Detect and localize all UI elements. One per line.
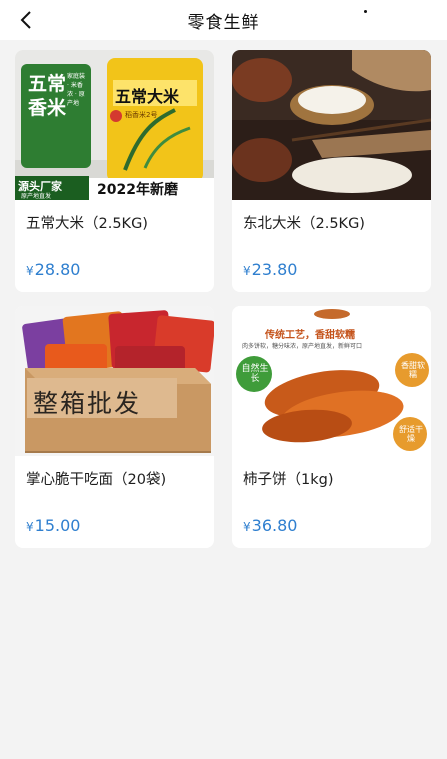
product-image: 整箱批发 [15,306,214,456]
side-tags: 家庭装 · 米香浓 · 原产地 [67,73,86,107]
product-image: 传统工艺，香甜软糯 肉多饼软，糖分味浓，原产地直发，新鲜可口 自然生长 香甜软糯… [232,306,431,456]
status-dot [364,10,367,13]
price-value: 15.00 [34,516,81,535]
source-badge-sub: 原产地直发 [21,193,52,200]
sub-banner: 肉多饼软，糖分味浓，原产地直发，新鲜可口 [242,343,363,350]
badge-sweet: 香甜软糯 [401,361,425,379]
chevron-left-icon [20,11,31,29]
product-name: 五常大米（2.5KG) [26,216,148,232]
product-price: ¥23.80 [243,260,297,279]
product-card-instant-noodles[interactable]: 整箱批发 掌心脆干吃面（20袋) ¥15.00 [15,306,214,548]
product-image [232,50,431,200]
currency-symbol: ¥ [26,264,34,278]
currency-symbol: ¥ [26,520,34,534]
product-price: ¥28.80 [26,260,80,279]
product-card-wuchang-rice[interactable]: 五常香米 家庭装 · 米香浓 · 原产地 五常大米 稻香米2号 源头厂家 原产地… [15,50,214,292]
badge-dry: 舒适干燥 [399,425,423,443]
side-label: 五常香米 [28,73,67,119]
bag-title: 五常大米 [115,87,180,106]
top-nav-bar: 零食生鲜 [0,0,447,40]
product-price: ¥15.00 [26,516,80,535]
product-price: ¥36.80 [243,516,297,535]
product-name: 柿子饼（1kg) [243,472,334,488]
currency-symbol: ¥ [243,264,251,278]
page-title: 零食生鲜 [187,12,260,33]
price-value: 36.80 [251,516,298,535]
product-name: 掌心脆干吃面（20袋) [26,472,167,488]
product-card-dongbei-rice[interactable]: 东北大米（2.5KG) ¥23.80 [232,50,431,292]
product-image: 五常香米 家庭装 · 米香浓 · 原产地 五常大米 稻香米2号 源头厂家 原产地… [15,50,214,200]
box-label: 整箱批发 [33,389,142,418]
back-button[interactable] [14,8,38,32]
price-value: 28.80 [34,260,81,279]
product-card-persimmon-cake[interactable]: 传统工艺，香甜软糯 肉多饼软，糖分味浓，原产地直发，新鲜可口 自然生长 香甜软糯… [232,306,431,548]
product-name: 东北大米（2.5KG) [243,216,365,232]
price-value: 23.80 [251,260,298,279]
year-banner: 2022年新磨 [97,182,178,198]
bag-sub: 稻香米2号 [125,111,158,119]
top-banner: 传统工艺，香甜软糯 [265,330,355,341]
badge-natural: 自然生长 [241,364,269,384]
currency-symbol: ¥ [243,520,251,534]
